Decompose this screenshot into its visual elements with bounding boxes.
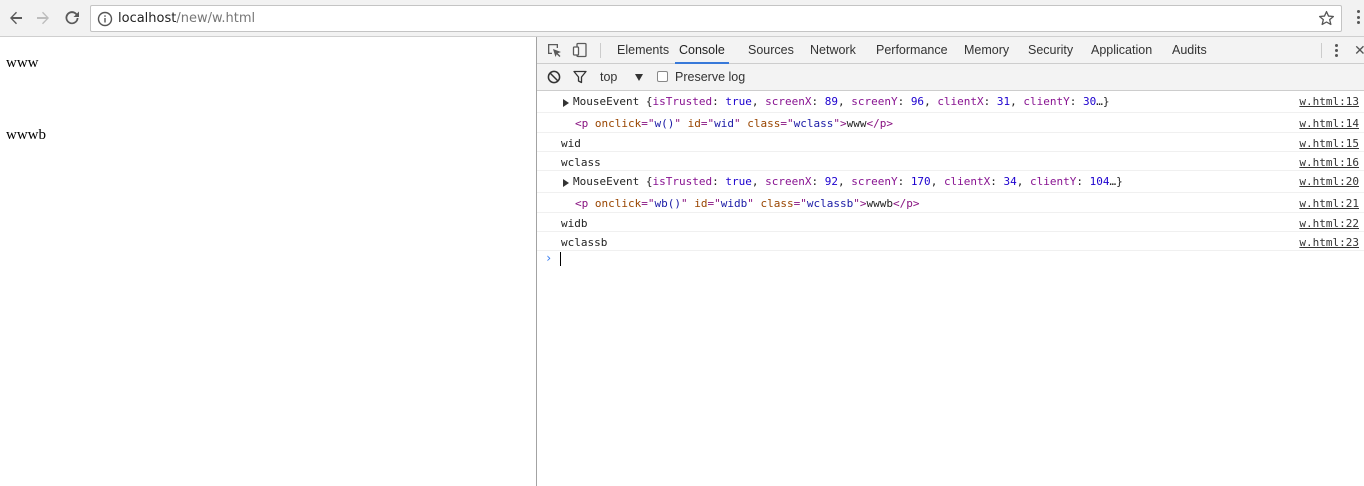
url-text[interactable]: localhost/new/w.html bbox=[118, 11, 255, 26]
devtools-tabbar: Elements Console Sources Network Perform… bbox=[537, 37, 1364, 64]
source-link[interactable]: w.html:21 bbox=[1299, 197, 1359, 210]
source-link[interactable]: w.html:13 bbox=[1299, 95, 1359, 108]
devtools-panel: Elements Console Sources Network Perform… bbox=[536, 37, 1364, 486]
console-message[interactable]: <p onclick="wb()" id="widb" class="wclas… bbox=[537, 193, 1364, 213]
tab-memory[interactable]: Memory bbox=[964, 37, 1009, 64]
source-link[interactable]: w.html:14 bbox=[1299, 117, 1359, 130]
source-link[interactable]: w.html:23 bbox=[1299, 236, 1359, 249]
paragraph-www[interactable]: www bbox=[6, 55, 39, 72]
tab-security[interactable]: Security bbox=[1028, 37, 1073, 64]
tab-console[interactable]: Console bbox=[675, 37, 729, 64]
tab-elements[interactable]: Elements bbox=[617, 37, 669, 64]
reload-button[interactable] bbox=[60, 6, 84, 30]
info-icon[interactable] bbox=[97, 11, 113, 30]
close-devtools-icon[interactable]: ✕ bbox=[1354, 43, 1364, 59]
browser-menu-icon[interactable] bbox=[1354, 10, 1362, 28]
console-message-text: wid bbox=[561, 137, 581, 150]
source-link[interactable]: w.html:20 bbox=[1299, 175, 1359, 188]
arrow-right-icon bbox=[35, 10, 51, 26]
console-message: wid w.html:15 bbox=[537, 133, 1364, 152]
tab-sources[interactable]: Sources bbox=[748, 37, 794, 64]
filter-icon[interactable] bbox=[573, 70, 587, 87]
console-message[interactable]: <p onclick="w()" id="wid" class="wclass"… bbox=[537, 113, 1364, 133]
console-prompt-row[interactable]: › bbox=[537, 251, 1364, 271]
source-link[interactable]: w.html:15 bbox=[1299, 137, 1359, 150]
console-toolbar: top Preserve log bbox=[537, 64, 1364, 91]
address-bar[interactable]: localhost/new/w.html bbox=[90, 5, 1342, 32]
tab-application[interactable]: Application bbox=[1091, 37, 1152, 64]
page-viewport: www wwwb bbox=[0, 37, 536, 486]
source-link[interactable]: w.html:22 bbox=[1299, 217, 1359, 230]
console-message[interactable]: MouseEvent {isTrusted: true, screenX: 89… bbox=[537, 91, 1364, 113]
browser-toolbar: localhost/new/w.html bbox=[0, 0, 1364, 37]
expand-triangle-icon[interactable] bbox=[563, 99, 569, 107]
back-button[interactable] bbox=[4, 6, 28, 30]
devtools-menu-icon[interactable] bbox=[1335, 44, 1339, 58]
console-message: wclass w.html:16 bbox=[537, 152, 1364, 171]
bookmark-star-icon[interactable] bbox=[1318, 10, 1335, 30]
context-selector[interactable]: top bbox=[600, 70, 617, 84]
tab-network[interactable]: Network bbox=[810, 37, 856, 64]
forward-button[interactable] bbox=[31, 6, 55, 30]
console-input-caret[interactable] bbox=[560, 252, 561, 266]
console-message-text: <p onclick="w()" id="wid" class="wclass"… bbox=[575, 117, 893, 130]
console-message: widb w.html:22 bbox=[537, 213, 1364, 232]
toolbar-divider bbox=[600, 43, 601, 58]
console-message: wclassb w.html:23 bbox=[537, 232, 1364, 251]
reload-icon bbox=[64, 10, 80, 26]
preserve-log-label[interactable]: Preserve log bbox=[675, 70, 745, 84]
source-link[interactable]: w.html:16 bbox=[1299, 156, 1359, 169]
url-path: /new/w.html bbox=[176, 11, 256, 26]
tab-performance[interactable]: Performance bbox=[876, 37, 948, 64]
clear-console-icon[interactable] bbox=[547, 70, 561, 87]
console-message-text: <p onclick="wb()" id="widb" class="wclas… bbox=[575, 197, 920, 210]
context-dropdown-icon[interactable] bbox=[635, 74, 643, 81]
console-message-text: wclass bbox=[561, 156, 601, 169]
console-prompt-icon: › bbox=[545, 251, 553, 265]
console-message[interactable]: MouseEvent {isTrusted: true, screenX: 92… bbox=[537, 171, 1364, 193]
paragraph-wwwb[interactable]: wwwb bbox=[6, 127, 46, 144]
device-toolbar-icon[interactable] bbox=[572, 42, 590, 60]
preserve-log-checkbox[interactable] bbox=[657, 71, 668, 82]
console-message-text: widb bbox=[561, 217, 588, 230]
arrow-left-icon bbox=[8, 10, 24, 26]
console-message-text: MouseEvent {isTrusted: true, screenX: 89… bbox=[573, 95, 1110, 108]
console-messages: MouseEvent {isTrusted: true, screenX: 89… bbox=[537, 91, 1364, 271]
toolbar-divider bbox=[1321, 43, 1322, 58]
expand-triangle-icon[interactable] bbox=[563, 179, 569, 187]
url-host: localhost bbox=[118, 11, 177, 26]
console-message-text: MouseEvent {isTrusted: true, screenX: 92… bbox=[573, 175, 1123, 188]
inspect-element-icon[interactable] bbox=[546, 42, 564, 60]
console-message-text: wclassb bbox=[561, 236, 608, 249]
tab-audits[interactable]: Audits bbox=[1172, 37, 1207, 64]
